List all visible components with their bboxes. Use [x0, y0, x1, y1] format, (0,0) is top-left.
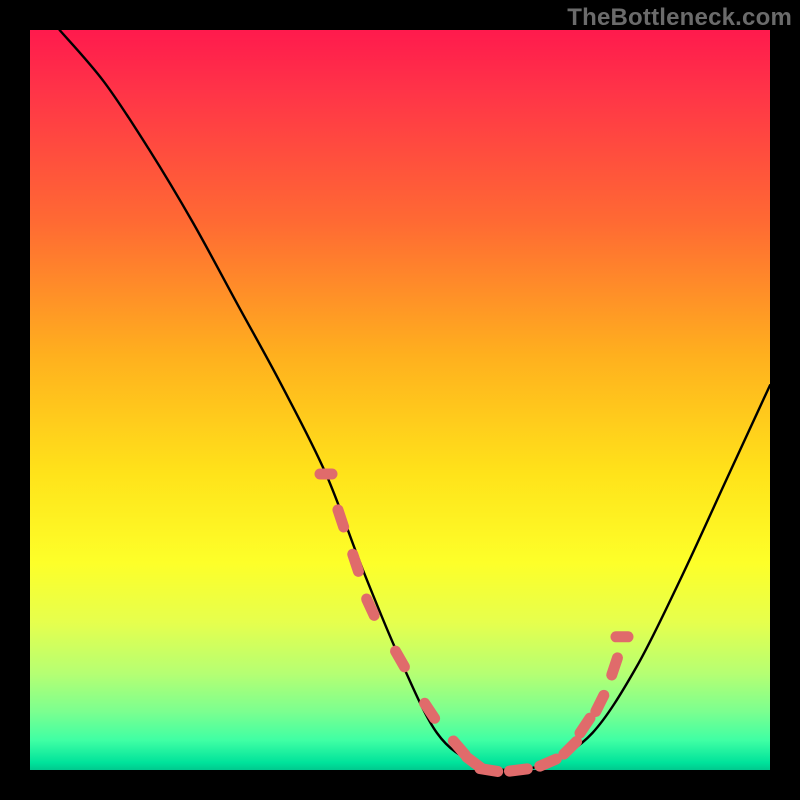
valley-marker: [480, 769, 498, 772]
valley-marker: [564, 741, 577, 754]
valley-marker: [353, 554, 359, 571]
valley-marker: [367, 599, 375, 615]
valley-marker: [596, 695, 604, 711]
bottleneck-curve: [60, 30, 770, 770]
chart-stage: TheBottleneck.com: [0, 0, 800, 800]
valley-markers: [320, 474, 628, 771]
plot-area: [30, 30, 770, 770]
valley-marker: [396, 651, 405, 667]
curve-layer: [30, 30, 770, 770]
valley-marker: [338, 510, 344, 527]
valley-marker: [580, 718, 590, 733]
valley-marker: [540, 759, 557, 766]
watermark-label: TheBottleneck.com: [567, 4, 792, 32]
valley-marker: [612, 658, 618, 675]
valley-marker: [509, 769, 527, 771]
